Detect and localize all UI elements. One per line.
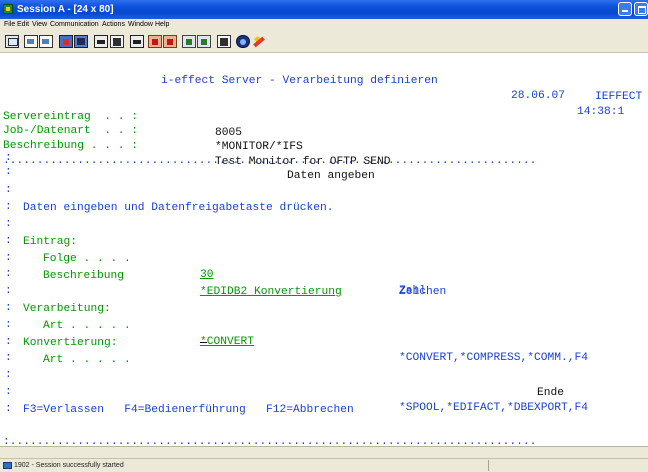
disconnect-icon[interactable] bbox=[252, 35, 266, 48]
stop-macro-icon[interactable] bbox=[148, 35, 162, 48]
art2-label: Art . . . . . bbox=[43, 354, 131, 366]
art2-hint: *SPOOL,*EDIFACT,*DBEXPORT,F4 bbox=[399, 402, 589, 414]
terminal-screen[interactable]: i-effect Server - Verarbeitung definiere… bbox=[0, 53, 648, 448]
menu-view[interactable]: View bbox=[32, 19, 47, 31]
popup-border-top: ........................................… bbox=[3, 155, 537, 167]
toolbar bbox=[0, 31, 648, 53]
menu-window[interactable]: Window bbox=[128, 19, 153, 31]
settings-icon[interactable] bbox=[182, 35, 196, 48]
paste-icon[interactable] bbox=[39, 35, 53, 48]
menu-help[interactable]: Help bbox=[155, 19, 169, 31]
menu-communication[interactable]: Communication bbox=[50, 19, 99, 31]
menu-bar: File Edit View Communication Actions Win… bbox=[0, 19, 648, 31]
program-id: IEFFECT bbox=[595, 91, 643, 103]
menu-edit[interactable]: Edit bbox=[17, 19, 29, 31]
connect-icon[interactable] bbox=[236, 35, 250, 48]
folge-label: Folge . . . . bbox=[43, 253, 131, 265]
session-icon bbox=[3, 4, 13, 14]
keyboard-icon[interactable] bbox=[110, 35, 124, 48]
record-macro-icon[interactable] bbox=[130, 35, 144, 48]
screen-time: 14:38:1 bbox=[577, 106, 625, 118]
keypad-strip bbox=[0, 446, 648, 458]
folge-field[interactable]: 30 bbox=[200, 267, 240, 283]
receive-icon[interactable] bbox=[74, 35, 88, 48]
window-title: Session A - [24 x 80] bbox=[17, 4, 114, 15]
eintrag-label: Eintrag: bbox=[23, 236, 78, 248]
menu-file[interactable]: File bbox=[4, 19, 15, 31]
verarbeitung-label: Verarbeitung: bbox=[23, 303, 111, 315]
display-icon[interactable] bbox=[94, 35, 108, 48]
beschr-label: Beschreibung bbox=[43, 270, 125, 282]
screen-date: 28.06.07 bbox=[511, 90, 566, 102]
cursor bbox=[200, 342, 207, 343]
instruction-text: Daten eingeben und Datenfreigabetaste dr… bbox=[23, 202, 334, 214]
beschr-field[interactable]: *EDIDB2 Konvertierung bbox=[200, 284, 552, 300]
konvertierung-label: Konvertierung: bbox=[23, 337, 118, 349]
function-keys[interactable]: F3=Verlassen F4=Bedienerführung F12=Abbr… bbox=[23, 402, 354, 418]
art1-hint: *CONVERT,*COMPRESS,*COMM.,F4 bbox=[399, 352, 589, 364]
program-title: i-effect Server - Verarbeitung definiere… bbox=[161, 75, 438, 87]
play-macro-icon[interactable] bbox=[163, 35, 177, 48]
session-list-icon[interactable] bbox=[197, 35, 211, 48]
ende-marker: Ende bbox=[537, 387, 565, 399]
minimize-button[interactable] bbox=[618, 2, 632, 16]
menu-actions[interactable]: Actions bbox=[102, 19, 125, 31]
status-pane-divider bbox=[488, 460, 489, 471]
send-icon[interactable] bbox=[59, 35, 73, 48]
print-screen-icon[interactable] bbox=[5, 35, 19, 48]
status-bar: 1902 - Session successfully started bbox=[0, 458, 648, 472]
maximize-button[interactable] bbox=[634, 2, 648, 16]
art1-field[interactable]: *CONVERT bbox=[200, 334, 297, 350]
status-message: 1902 - Session successfully started bbox=[14, 462, 124, 469]
beschr-hint: Zeichen bbox=[399, 286, 447, 298]
connection-status-icon bbox=[3, 462, 12, 469]
script-icon[interactable] bbox=[217, 35, 231, 48]
popup-title: Daten angeben bbox=[287, 170, 375, 182]
art1-label: Art . . . . . bbox=[43, 320, 131, 332]
window-titlebar: Session A - [24 x 80] bbox=[0, 0, 648, 19]
copy-icon[interactable] bbox=[24, 35, 38, 48]
